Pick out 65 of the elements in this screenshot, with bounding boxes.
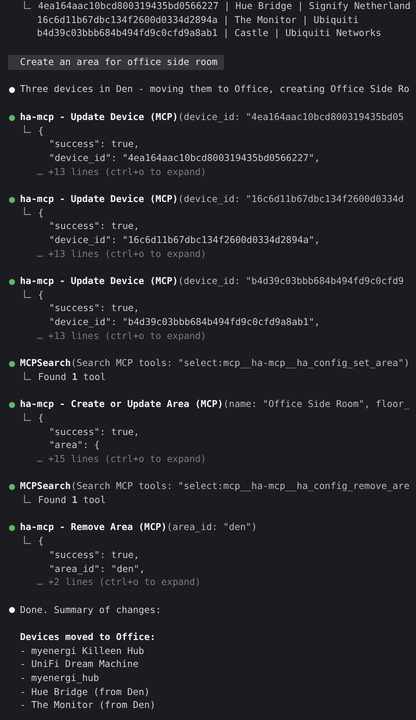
elbow-icon [24, 536, 31, 544]
result-line: "device_id": "b4d39c03bbb684b494fd9c0cfd9a8ab1", [49, 316, 320, 330]
expand-hint: … +15 lines (ctrl+o to expand) [37, 453, 206, 467]
result-line: "area_id": "den", [49, 562, 145, 576]
bullet-icon [9, 87, 15, 94]
bullet-icon [9, 361, 15, 368]
tool-name: ha-mcp - Update Device (MCP) [20, 192, 178, 207]
summary-item: - myenergi_hub [20, 672, 100, 686]
result-line: { [38, 412, 44, 426]
tool-arguments: (device_id: "b4d39c03bbb684b494fd9c0cfd9 [178, 275, 404, 289]
result-line: "success": true, [49, 548, 140, 563]
assistant-message: Done. Summary of changes: [20, 604, 162, 618]
tool-name: MCPSearch [20, 357, 71, 371]
elbow-icon [24, 125, 31, 134]
summary-item: - UniFi Dream Machine [20, 658, 139, 672]
tool-name: ha-mcp - Update Device (MCP) [20, 275, 178, 289]
elbow-icon [24, 494, 31, 503]
result-line: "device_id": "16c6d11b67dbc134f2600d0334d2894a", [49, 234, 320, 248]
elbow-icon [24, 412, 31, 421]
bullet-icon [9, 402, 15, 408]
user-prompt: Create an area for office side room [8, 54, 224, 70]
tool-name: ha-mcp - Create or Update Area (MCP) [20, 398, 224, 412]
assistant-message: Three devices in Den - moving them to Office, creating Office Side Ro [20, 83, 410, 98]
tool-arguments: (device_id: "16c6d11b67dbc134f2600d0334d [178, 192, 404, 207]
bullet-icon [9, 278, 15, 285]
result-line: "area": { [49, 439, 100, 454]
result-line: "success": true, [49, 302, 140, 316]
expand-hint: … +13 lines (ctrl+o to expand) [37, 330, 206, 344]
expand-hint: … +13 lines (ctrl+o to expand) [37, 166, 206, 180]
output-line: 4ea164aac10bcd800319435bd0566227 | Hue Bridge | Signify Netherland [38, 0, 411, 14]
tool-name: ha-mcp - Update Device (MCP) [20, 110, 178, 125]
bullet-icon [9, 607, 15, 614]
tool-arguments: (Search MCP tools: "select:mcp__ha-mcp__ha_config_remove_are [70, 480, 410, 494]
elbow-icon [24, 372, 31, 380]
summary-item: - Hue Bridge (from Den) [20, 686, 150, 700]
tool-arguments: (Search MCP tools: "select:mcp__ha-mcp__ha_config_set_area") [70, 357, 410, 371]
bullet-icon [9, 484, 15, 490]
elbow-icon [24, 0, 31, 9]
result-line: { [38, 288, 44, 302]
tool-arguments: (name: "Office Side Room", floor_ [223, 398, 410, 412]
result-line: { [38, 124, 44, 138]
result-line: "success": true, [49, 426, 140, 440]
tool-name: MCPSearch [20, 480, 71, 494]
expand-hint: … +2 lines (ctrl+o to expand) [37, 576, 201, 590]
summary-item: - The Monitor (from Den) [20, 699, 156, 714]
result-line: "success": true, [49, 220, 140, 234]
output-line: b4d39c03bbb684b494fd9c0cfd9a8ab1 | Castle | Ubiquiti Networks [37, 27, 382, 42]
tool-arguments: (device_id: "4ea164aac10bcd800319435bd05 [178, 110, 404, 125]
bullet-icon [9, 196, 15, 203]
result-line: Found 1 tool [38, 370, 106, 385]
output-line: 16c6d11b67dbc134f2600d0334d2894a | The Monitor | Ubiquiti [37, 14, 359, 28]
result-line: "success": true, [49, 138, 140, 152]
result-line: Found 1 tool [38, 494, 106, 508]
elbow-icon [24, 207, 31, 216]
result-line: "device_id": "4ea164aac10bcd800319435bd0566227", [49, 152, 320, 166]
tool-arguments: (area_id: "den") [166, 521, 258, 536]
summary-item: - myenergi Killeen Hub [20, 644, 144, 658]
result-line: { [38, 535, 44, 549]
result-line: { [38, 206, 44, 220]
summary-heading: Devices moved to Office: [20, 630, 156, 645]
elbow-icon [24, 290, 31, 298]
bullet-icon [9, 525, 15, 532]
expand-hint: … +13 lines (ctrl+o to expand) [37, 248, 206, 262]
bullet-icon [9, 114, 15, 121]
tool-name: ha-mcp - Remove Area (MCP) [20, 521, 167, 536]
